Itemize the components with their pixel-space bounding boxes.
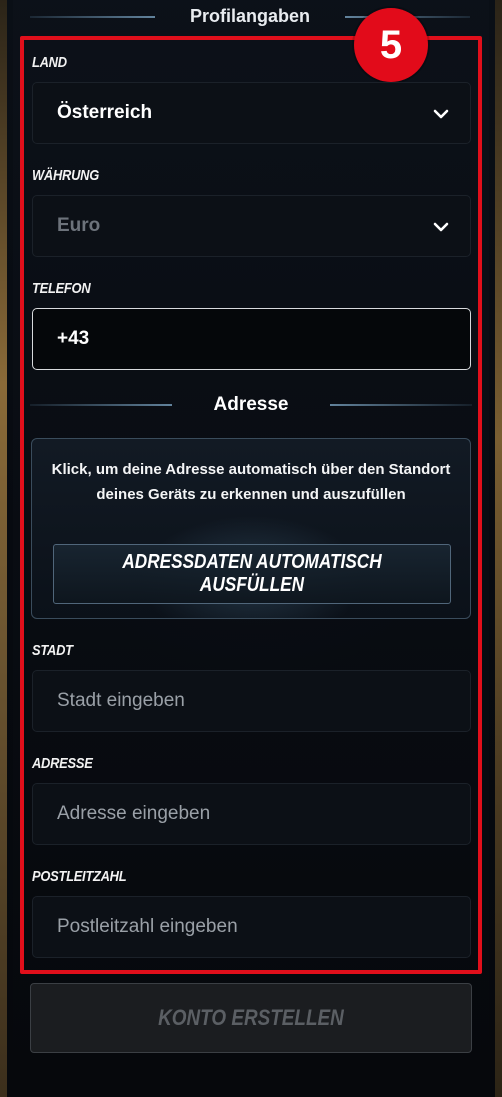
divider-line-right: [330, 404, 472, 406]
postal-code-input[interactable]: Postleitzahl eingeben: [32, 896, 471, 958]
postal-code-label: POSTLEITZAHL: [32, 868, 127, 885]
address-autofill-card: Klick, um deine Adresse automatisch über…: [31, 438, 471, 619]
currency-select[interactable]: Euro: [32, 195, 471, 257]
phone-label: TELEFON: [32, 280, 91, 297]
phone-value: +43: [57, 328, 90, 349]
address-section-divider: Adresse: [30, 392, 472, 418]
address-placeholder: Adresse eingeben: [57, 803, 211, 824]
city-placeholder: Stadt eingeben: [57, 690, 185, 711]
country-select[interactable]: Österreich: [32, 82, 471, 144]
postal-code-placeholder: Postleitzahl eingeben: [57, 916, 238, 937]
autofill-address-button[interactable]: ADRESSDATEN AUTOMATISCH AUSFÜLLEN: [53, 544, 451, 604]
currency-label: WÄHRUNG: [32, 167, 99, 184]
autofill-button-label: ADRESSDATEN AUTOMATISCH AUSFÜLLEN: [122, 551, 382, 596]
create-account-button[interactable]: KONTO ERSTELLEN: [30, 983, 472, 1053]
address-label: ADRESSE: [32, 755, 93, 772]
chevron-down-icon: [433, 222, 449, 232]
city-label: STADT: [32, 642, 73, 659]
chevron-down-icon: [433, 109, 449, 119]
city-input[interactable]: Stadt eingeben: [32, 670, 471, 732]
step-number-badge: 5: [354, 8, 428, 82]
currency-value: Euro: [57, 215, 101, 236]
create-account-label: KONTO ERSTELLEN: [158, 1005, 344, 1030]
address-input[interactable]: Adresse eingeben: [32, 783, 471, 845]
autofill-description: Klick, um deine Adresse automatisch über…: [51, 461, 451, 503]
country-label: LAND: [32, 54, 67, 71]
country-value: Österreich: [57, 102, 153, 123]
phone-input[interactable]: +43: [32, 308, 471, 370]
